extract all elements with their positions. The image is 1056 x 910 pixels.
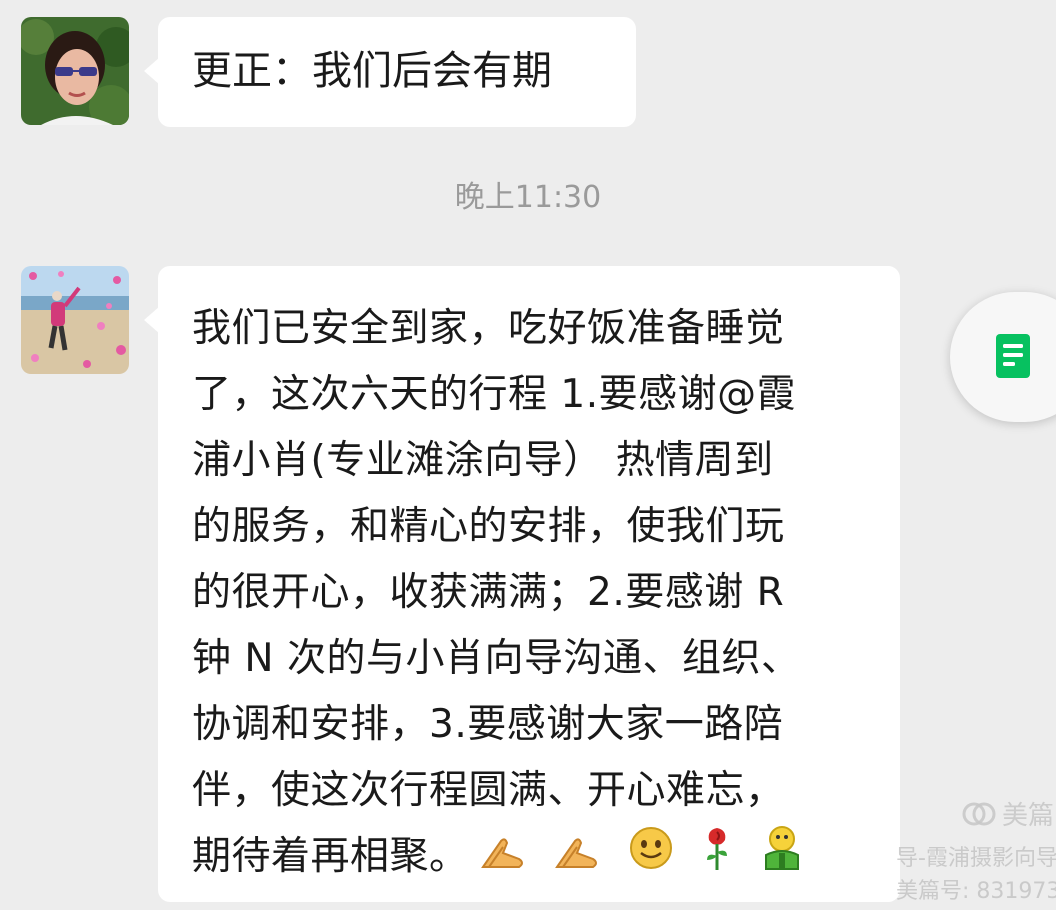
message-line: 伴，使这次行程圆满、开心难忘， [192, 768, 785, 813]
message-line: 协调和安排，3.要感谢大家一路陪 [192, 702, 784, 747]
beach-woman-avatar [21, 266, 129, 374]
praying-hands-icon [553, 826, 601, 892]
watermark-logo: 美篇 [962, 795, 1054, 832]
message-text: 我们已安全到家，吃好饭准备睡觉 了，这次六天的行程 1.要感谢@霞 浦小肖(专业… [192, 296, 882, 890]
woman-sunglasses-avatar [21, 17, 129, 125]
message-bubble[interactable]: 更正：我们后会有期 [144, 17, 636, 127]
message-line: 钟 N 次的与小肖向导沟通、组织、 [192, 636, 801, 681]
document-icon [996, 334, 1030, 378]
emoji-row [479, 824, 819, 893]
smile-icon [628, 825, 674, 892]
message-line: 的很开心，收获满满；2.要感谢 R [192, 570, 785, 615]
watermark-brand: 美篇 [1002, 801, 1055, 831]
message-line: 我们已安全到家，吃好饭准备睡觉 [192, 306, 785, 351]
praying-hands-icon [479, 826, 527, 892]
watermark-author: 导-霞浦摄影向导 [896, 846, 1056, 871]
message-line: 的服务，和精心的安排，使我们玩 [192, 504, 785, 549]
time-separator: 晚上11:30 [454, 180, 602, 215]
message-bubble[interactable]: 我们已安全到家，吃好饭准备睡觉 了，这次六天的行程 1.要感谢@霞 浦小肖(专业… [144, 266, 900, 902]
message-line-last: 期待着再相聚。 [192, 824, 882, 890]
message-line: 浦小肖(专业滩涂向导） 热情周到 [192, 438, 774, 483]
avatar-beach-woman[interactable] [21, 266, 129, 374]
rose-icon [701, 824, 733, 893]
message-line: 了，这次六天的行程 1.要感谢@霞 [192, 372, 797, 417]
meipian-logo-icon [962, 802, 996, 825]
floating-note-button[interactable] [950, 292, 1056, 422]
message-text: 更正：我们后会有期 [192, 48, 552, 94]
chat-screen: 更正：我们后会有期 晚上11:30 我们已安全到家，吃好饭准备睡觉 了，这次六天… [0, 0, 1056, 910]
watermark-id: 美篇号: 8319735 [896, 879, 1056, 904]
avatar-woman-sunglasses[interactable] [21, 17, 129, 125]
message-line: 期待着再相聚。 [192, 834, 469, 879]
gift-icon [760, 825, 804, 892]
